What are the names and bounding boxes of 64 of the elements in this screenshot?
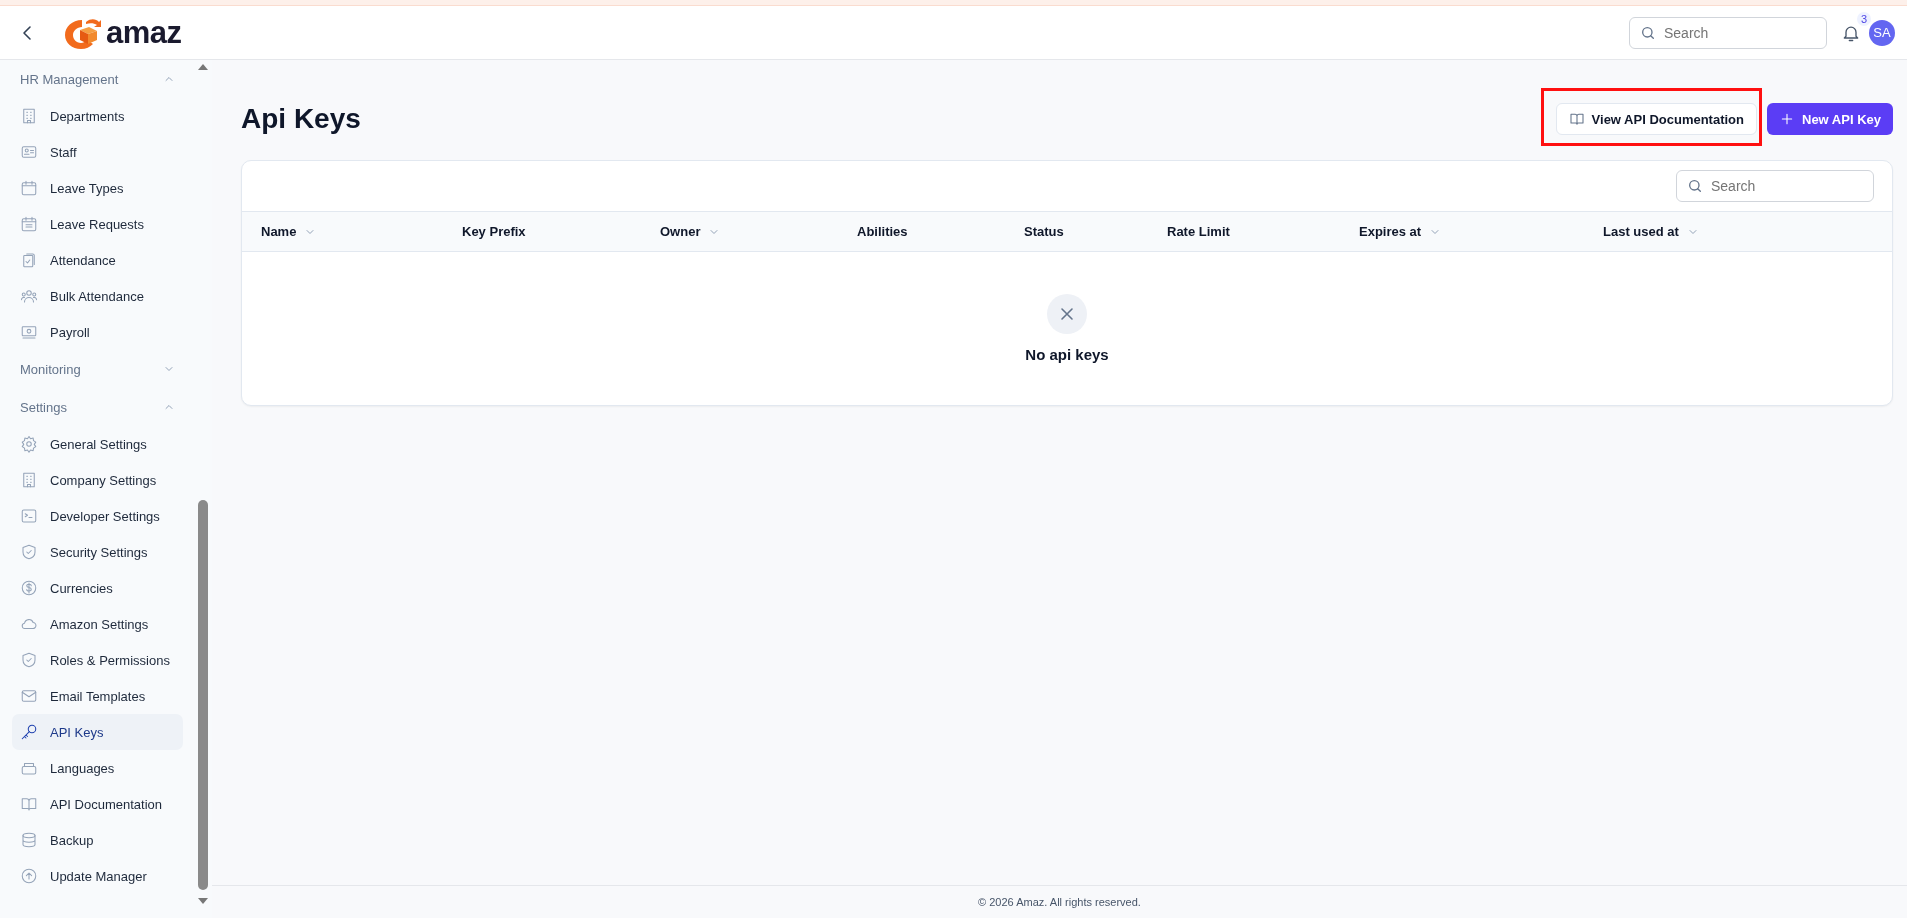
sidebar-item[interactable]: Amazon Settings: [12, 606, 183, 642]
sidebar-item[interactable]: Payroll: [12, 314, 183, 350]
sidebar-item[interactable]: Languages: [12, 750, 183, 786]
mail-icon: [20, 687, 38, 705]
search-field[interactable]: Search: [1629, 16, 1827, 49]
column-header: Rate Limit: [1167, 224, 1230, 239]
sidebar-item[interactable]: Company Settings: [12, 462, 183, 498]
shield-check-icon: [20, 651, 38, 669]
sidebar-item[interactable]: Currencies: [12, 570, 183, 606]
sidebar-item[interactable]: Backup: [12, 822, 183, 858]
sidebar-item[interactable]: API Keys: [12, 714, 183, 750]
user-avatar[interactable]: SA: [1869, 19, 1895, 46]
people-icon: [20, 287, 38, 305]
column-header[interactable]: Name: [261, 224, 297, 239]
sidebar-item[interactable]: Staff: [12, 134, 183, 170]
search-field[interactable]: Search: [1676, 170, 1874, 202]
book-icon: [1568, 111, 1585, 127]
sidebar-item[interactable]: Email Templates: [12, 678, 183, 714]
key-icon: [20, 723, 38, 741]
terminal-icon: [20, 507, 38, 525]
book-icon: [20, 795, 38, 813]
sidebar-item[interactable]: Update Manager: [12, 858, 183, 894]
copyright-text: © 2026 Amaz. All rights reserved.: [978, 896, 1141, 908]
page-title: Api Keys: [241, 103, 361, 135]
column-header[interactable]: Owner: [660, 224, 701, 239]
dollar-icon: [20, 579, 38, 597]
sidebar-item[interactable]: Attendance: [12, 242, 183, 278]
calendar-icon: [20, 179, 38, 197]
shield-check-icon: [20, 543, 38, 561]
brand-name: amaz: [106, 14, 182, 51]
search-icon: [1640, 24, 1656, 41]
section-heading[interactable]: Settings: [20, 399, 67, 415]
column-header: Status: [1024, 224, 1064, 239]
section-heading[interactable]: HR Management: [20, 71, 119, 87]
notification-count: 3: [1856, 11, 1871, 26]
column-header: Key Prefix: [462, 224, 526, 239]
building-icon: [20, 107, 38, 125]
sidebar-item[interactable]: API Documentation: [12, 786, 183, 822]
sidebar-item[interactable]: Leave Requests: [12, 206, 183, 242]
upload-circle-icon: [20, 867, 38, 885]
new-key-button[interactable]: New API Key: [1767, 103, 1893, 135]
empty-message: No api keys: [1025, 346, 1109, 363]
building-icon: [20, 471, 38, 489]
sidebar-item[interactable]: Departments: [12, 98, 183, 134]
column-header: Abilities: [857, 224, 908, 239]
plus-icon: [1779, 111, 1795, 127]
clipboard-check-icon: [20, 251, 38, 269]
empty-state-icon: [1047, 294, 1087, 334]
documentation-button[interactable]: View API Documentation: [1555, 103, 1757, 135]
calendar-icon: [20, 215, 38, 233]
settings-icon: [20, 435, 38, 453]
sidebar-item[interactable]: Developer Settings: [12, 498, 183, 534]
sidebar-item[interactable]: Roles & Permissions: [12, 642, 183, 678]
banknote-icon: [20, 323, 38, 341]
sidebar-item[interactable]: Bulk Attendance: [12, 278, 183, 314]
sidebar-item[interactable]: Security Settings: [12, 534, 183, 570]
column-header[interactable]: Expires at: [1359, 224, 1422, 239]
database-icon: [20, 831, 38, 849]
column-header[interactable]: Last used at: [1603, 224, 1679, 239]
sidebar-item[interactable]: General Settings: [12, 426, 183, 462]
sidebar-item[interactable]: Leave Types: [12, 170, 183, 206]
id-card-icon: [20, 143, 38, 161]
section-heading[interactable]: Monitoring: [20, 361, 81, 377]
search-icon: [1687, 178, 1703, 194]
